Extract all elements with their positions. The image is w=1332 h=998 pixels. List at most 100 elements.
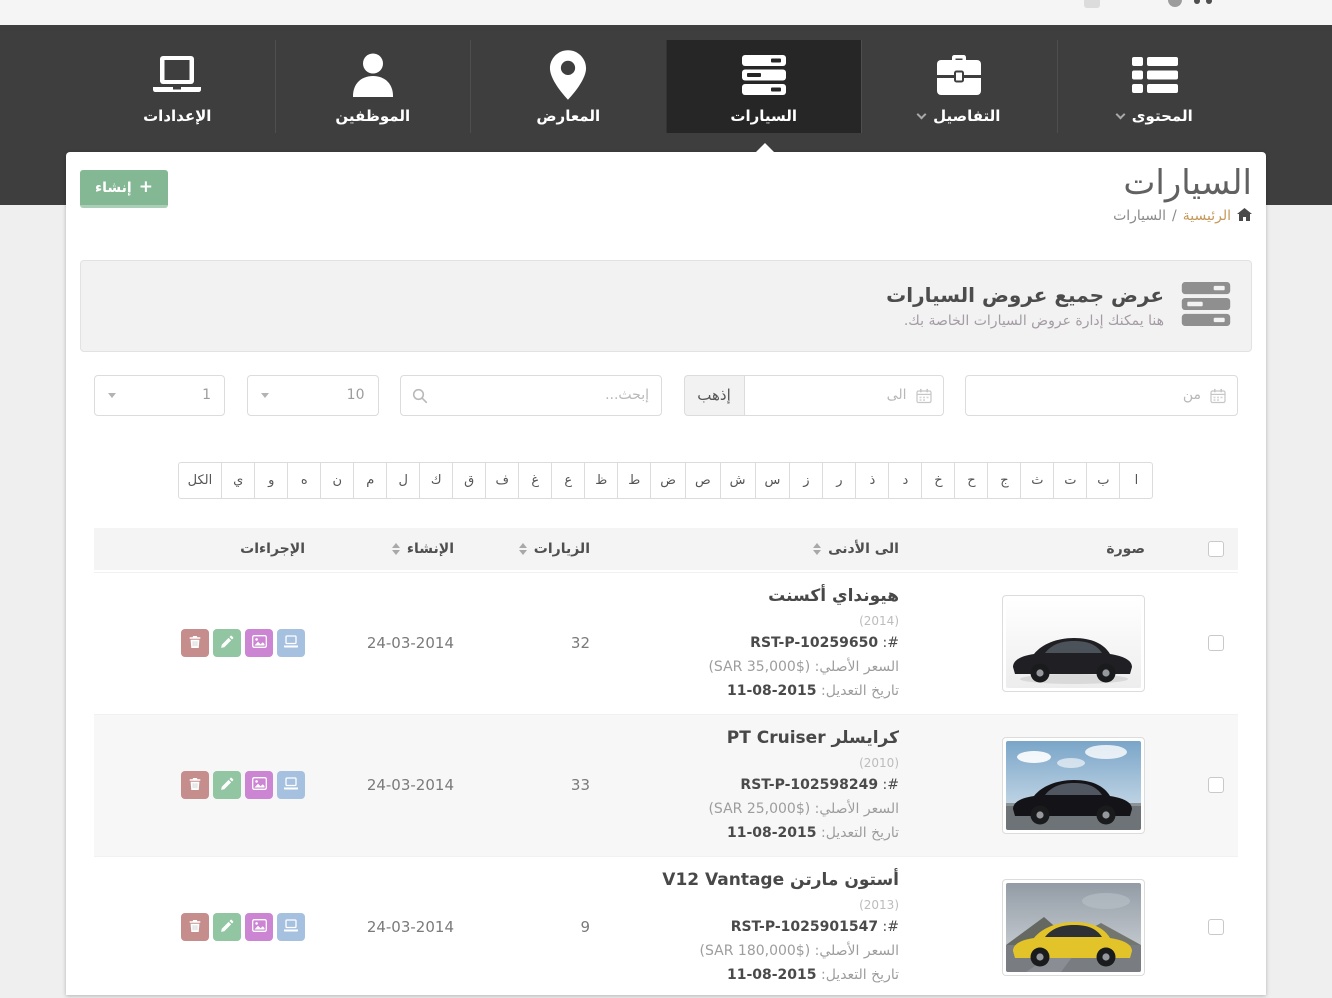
alphabet-letter-button[interactable]: ي xyxy=(221,462,255,499)
alphabet-letter-button[interactable]: ل xyxy=(386,462,420,499)
alphabet-letter-button[interactable]: ن xyxy=(320,462,354,499)
breadcrumb-home-link[interactable]: الرئيسية xyxy=(1183,208,1231,224)
edit-button[interactable] xyxy=(213,771,241,799)
topbar-partial-icon xyxy=(1084,0,1100,8)
nav-item-employees[interactable]: الموظفين xyxy=(275,40,471,133)
column-header-name[interactable]: الى الأدنى xyxy=(813,541,899,557)
info-box-subtitle: هنا يمكنك إدارة عروض السيارات الخاصة بك. xyxy=(886,313,1164,329)
briefcase-icon xyxy=(936,50,982,100)
nav-item-content[interactable]: المحتوى xyxy=(1057,40,1253,133)
chevron-down-icon xyxy=(1115,110,1125,120)
alphabet-letter-button[interactable]: ث xyxy=(1020,462,1054,499)
alphabet-letter-button[interactable]: ط xyxy=(617,462,651,499)
breadcrumb-separator: / xyxy=(1172,208,1177,224)
search-input[interactable] xyxy=(401,376,661,415)
search-field xyxy=(400,375,662,416)
display-button[interactable] xyxy=(277,913,305,941)
row-checkbox[interactable] xyxy=(1208,919,1224,935)
alphabet-letter-button[interactable]: س xyxy=(755,462,791,499)
table-row: كرايسلر PT Cruiser(2010)#: RST-P-1025982… xyxy=(94,714,1238,856)
nav-item-label: الإعدادات xyxy=(143,107,211,125)
create-button[interactable]: + إنشاء xyxy=(80,170,168,208)
alphabet-letter-button[interactable]: ض xyxy=(650,462,686,499)
delete-button[interactable] xyxy=(181,771,209,799)
table-row: أستون مارتن V12 Vantage(2013)#: RST-P-10… xyxy=(94,856,1238,998)
alphabet-letter-button[interactable]: ب xyxy=(1086,462,1120,499)
go-button[interactable]: إذهب xyxy=(684,375,744,416)
date-from-input[interactable] xyxy=(966,376,1237,415)
topbar-partial-icon xyxy=(1206,0,1212,4)
column-header-actions: الإجراءات xyxy=(240,541,305,557)
list-icon xyxy=(1132,50,1178,100)
alphabet-letter-button[interactable]: ف xyxy=(485,462,519,499)
nav-item-showrooms[interactable]: المعارض xyxy=(470,40,666,133)
car-title: أستون مارتن V12 Vantage xyxy=(662,868,899,894)
images-button[interactable] xyxy=(245,629,273,657)
car-year: (2010) xyxy=(708,754,899,772)
row-actions xyxy=(181,913,305,941)
alphabet-letter-button[interactable]: ق xyxy=(452,462,486,499)
alphabet-filter: ابتثجحخدذرزسشصضطظعغفقكلمنهويالكل xyxy=(66,462,1266,499)
laptop-icon xyxy=(283,919,299,935)
visits-value: 32 xyxy=(571,634,590,652)
row-actions xyxy=(181,629,305,657)
picture-icon xyxy=(252,777,267,793)
alphabet-letter-button[interactable]: ز xyxy=(789,462,823,499)
display-button[interactable] xyxy=(277,771,305,799)
filter-bar: إذهب 10 1 xyxy=(94,375,1238,416)
car-reference: #: RST-P-102598249 xyxy=(708,775,899,796)
alphabet-letter-button[interactable]: ك xyxy=(419,462,453,499)
chevron-down-icon xyxy=(917,110,927,120)
date-to-input[interactable] xyxy=(745,376,943,415)
pencil-icon xyxy=(220,635,234,652)
alphabet-letter-button[interactable]: ص xyxy=(685,462,721,499)
row-checkbox[interactable] xyxy=(1208,777,1224,793)
images-button[interactable] xyxy=(245,771,273,799)
alphabet-letter-button[interactable]: ذ xyxy=(855,462,889,499)
car-price: السعر الأصلي: (SAR 180,000$) xyxy=(662,941,899,962)
trash-icon xyxy=(188,635,202,652)
nav-item-details[interactable]: التفاصيل xyxy=(861,40,1057,133)
page-select[interactable]: 1 xyxy=(94,375,225,416)
delete-button[interactable] xyxy=(181,629,209,657)
nav-item-cars[interactable]: السيارات xyxy=(666,40,862,133)
row-checkbox[interactable] xyxy=(1208,635,1224,651)
nav-item-settings[interactable]: الإعدادات xyxy=(80,40,275,133)
column-header-visits[interactable]: الزيارات xyxy=(519,541,590,557)
home-icon xyxy=(1237,208,1252,225)
edit-button[interactable] xyxy=(213,913,241,941)
alphabet-all-button[interactable]: الكل xyxy=(178,462,223,499)
user-icon xyxy=(351,50,395,100)
select-all-checkbox[interactable] xyxy=(1208,541,1224,557)
alphabet-letter-button[interactable]: ع xyxy=(551,462,585,499)
table-row: هيونداي أكسنت(2014)#: RST-P-10259650السع… xyxy=(94,572,1238,714)
main-nav: المحتوىالتفاصيلالسياراتالمعارضالموظفين ال… xyxy=(80,40,1252,133)
alphabet-letter-button[interactable]: خ xyxy=(921,462,955,499)
alphabet-letter-button[interactable]: ا xyxy=(1119,462,1153,499)
alphabet-letter-button[interactable]: و xyxy=(254,462,288,499)
alphabet-letter-button[interactable]: د xyxy=(888,462,922,499)
display-button[interactable] xyxy=(277,629,305,657)
car-reference: #: RST-P-10259650 xyxy=(708,633,899,654)
alphabet-letter-button[interactable]: م xyxy=(353,462,387,499)
alphabet-letter-button[interactable]: غ xyxy=(518,462,552,499)
delete-button[interactable] xyxy=(181,913,209,941)
alphabet-letter-button[interactable]: ت xyxy=(1053,462,1087,499)
car-price: السعر الأصلي: (SAR 25,000$) xyxy=(708,799,899,820)
alphabet-letter-button[interactable]: ه xyxy=(287,462,321,499)
alphabet-letter-button[interactable]: ح xyxy=(954,462,988,499)
edit-button[interactable] xyxy=(213,629,241,657)
car-price: السعر الأصلي: (SAR 35,000$) xyxy=(708,657,899,678)
alphabet-letter-button[interactable]: ظ xyxy=(584,462,618,499)
info-box: عرض جميع عروض السيارات هنا يمكنك إدارة ع… xyxy=(80,260,1252,352)
per-page-select[interactable]: 10 xyxy=(247,375,379,416)
alphabet-letter-button[interactable]: ش xyxy=(720,462,756,499)
alphabet-letter-button[interactable]: ر xyxy=(822,462,856,499)
laptop-icon xyxy=(283,777,299,793)
images-button[interactable] xyxy=(245,913,273,941)
alphabet-letter-button[interactable]: ج xyxy=(987,462,1021,499)
column-header-created[interactable]: الإنشاء xyxy=(392,541,454,557)
date-from-field xyxy=(965,375,1238,416)
per-page-value: 10 xyxy=(347,387,365,403)
car-title: هيونداي أكسنت xyxy=(708,584,899,610)
